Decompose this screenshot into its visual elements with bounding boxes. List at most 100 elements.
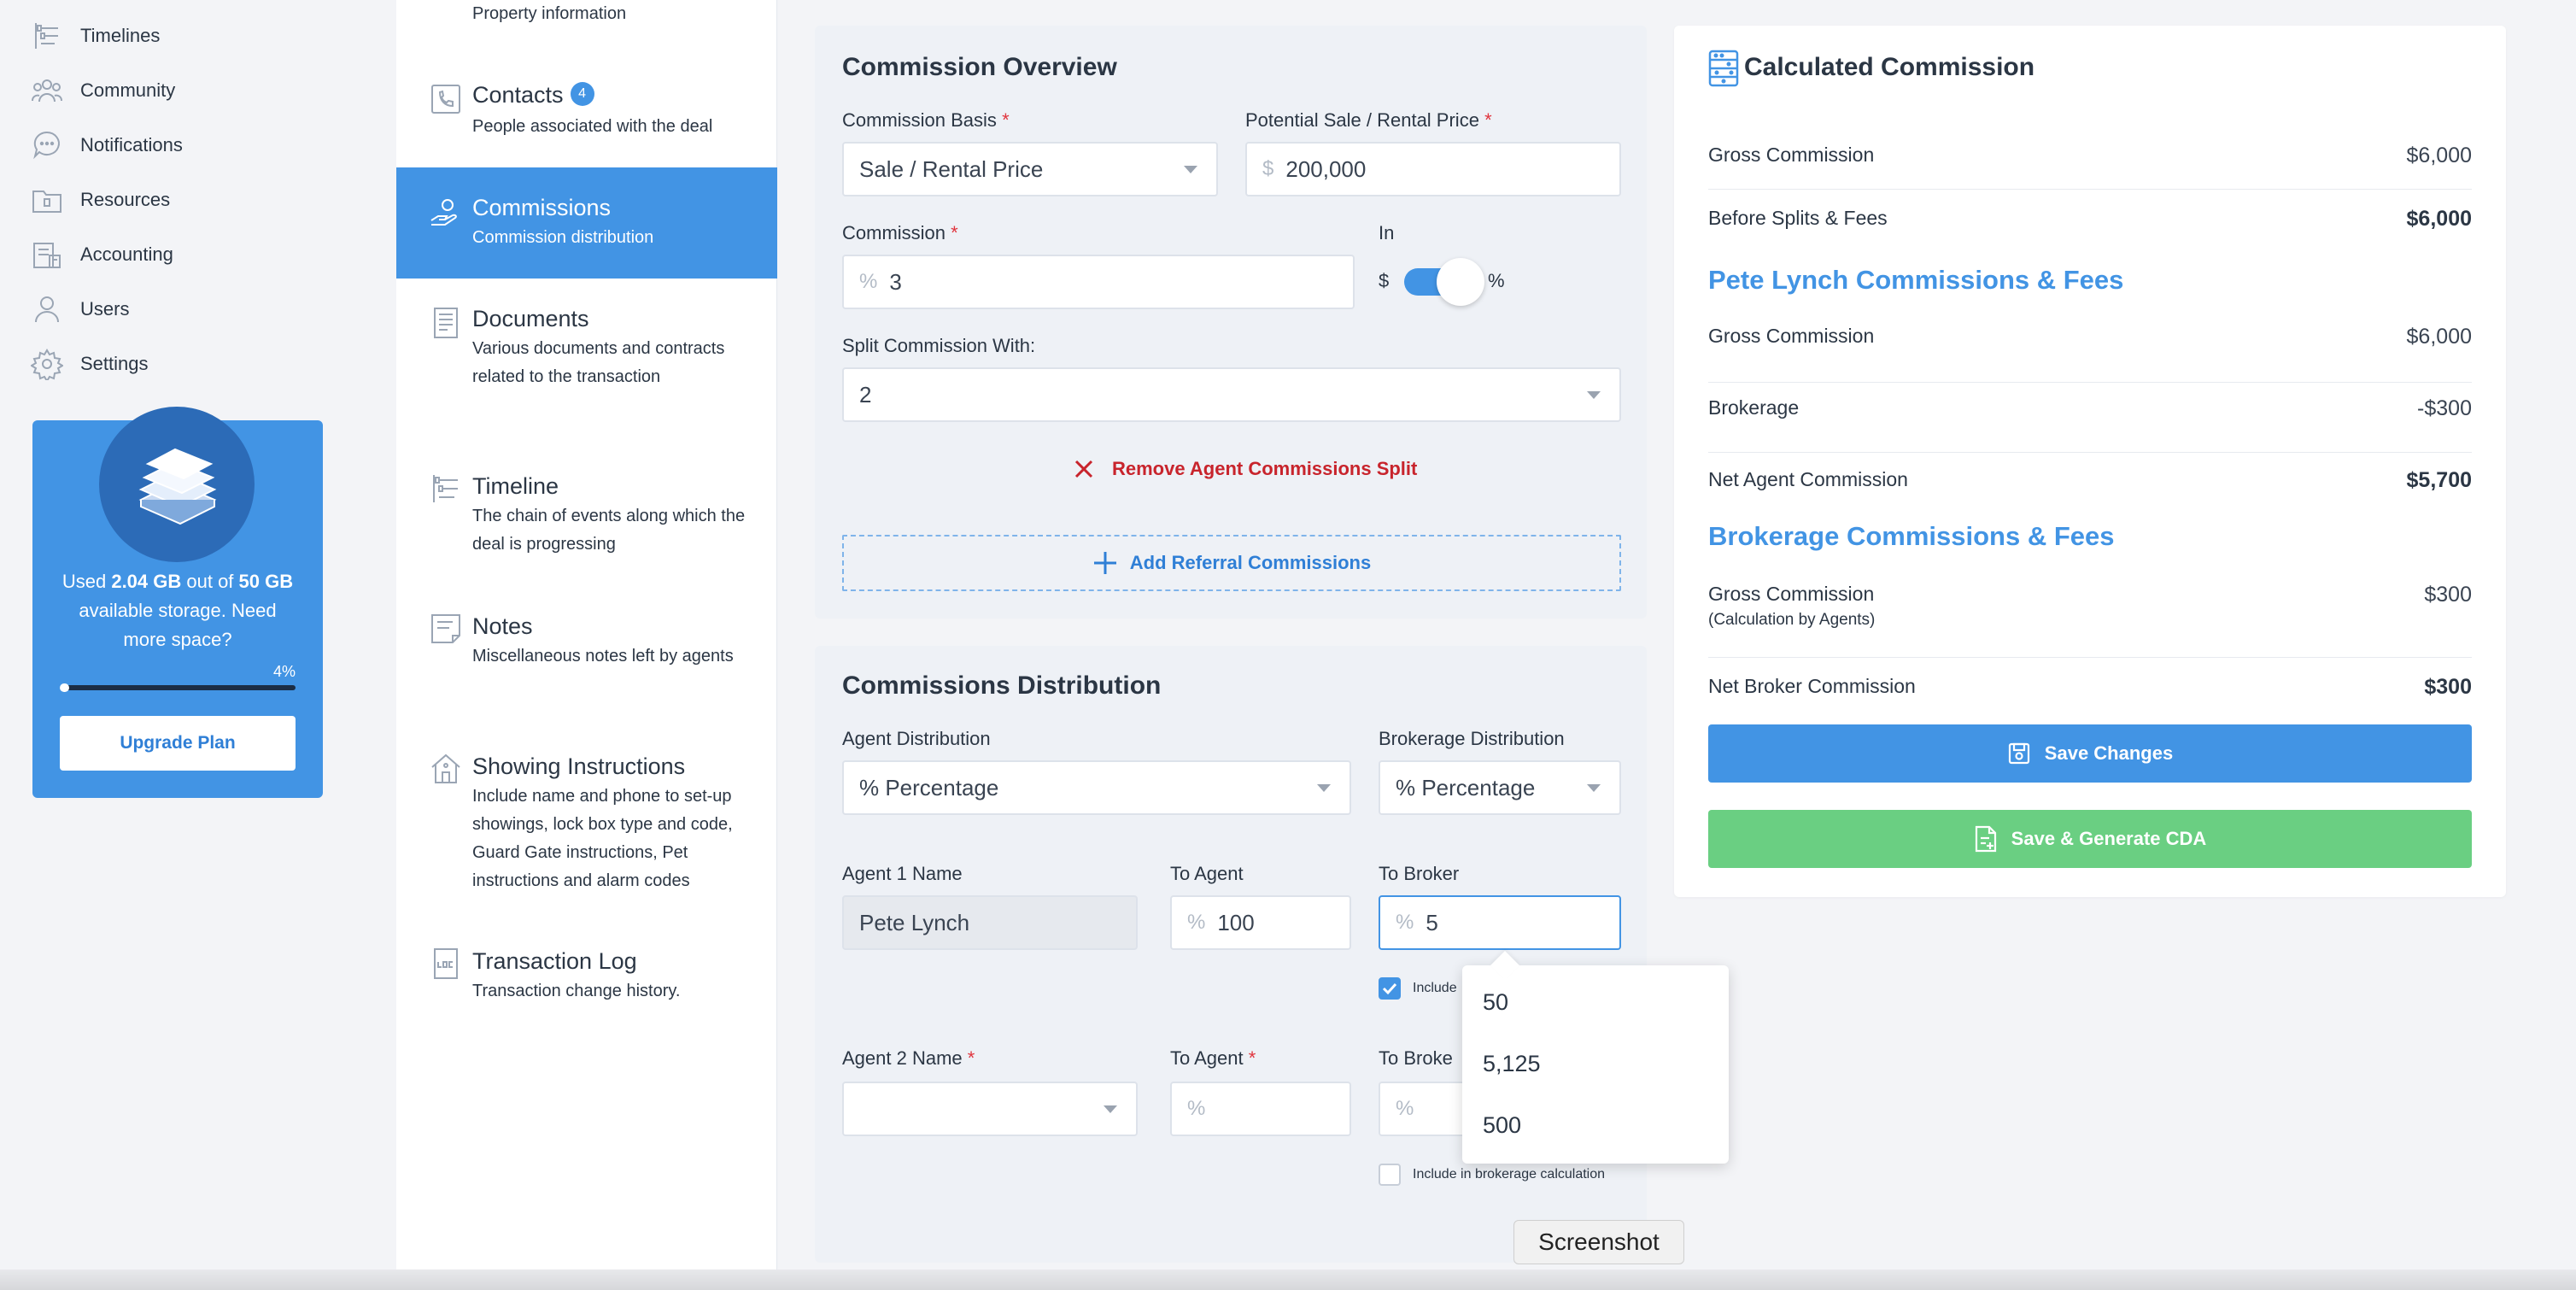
chevron-down-icon (1587, 391, 1601, 399)
sale-price-input[interactable]: $ 200,000 (1245, 142, 1621, 196)
field-label: To Broker (1379, 863, 1460, 884)
add-referral-commissions-button[interactable]: Add Referral Commissions (842, 535, 1621, 591)
notes-icon (431, 614, 460, 643)
in-label: In (1379, 222, 1395, 243)
save-changes-button[interactable]: Save Changes (1708, 724, 2472, 783)
nav-item-notifications[interactable]: Notifications (31, 128, 183, 162)
agent-1-to-agent-input[interactable]: % 100 (1170, 895, 1351, 950)
commissions-distribution-panel: Commissions Distribution Agent Distribut… (815, 646, 1647, 1263)
percent-prefix: % (859, 270, 878, 293)
timelines-icon (35, 23, 58, 49)
field-label: To Agent (1170, 1047, 1244, 1069)
abacus-icon (1708, 50, 1739, 87)
users-icon (35, 296, 59, 323)
field-label: Split Commission With: (842, 335, 1036, 356)
storage-progress-fill (60, 683, 70, 692)
chevron-down-icon (1587, 784, 1601, 792)
percent-prefix: % (1396, 1097, 1414, 1120)
section-timeline[interactable]: Timeline The chain of events along which… (396, 472, 777, 566)
section-property[interactable]: Property information (396, 0, 777, 34)
checkmark-icon (1382, 982, 1397, 995)
plus-icon (1093, 552, 1116, 574)
agent-1-to-broker-input[interactable]: % 5 (1379, 895, 1621, 950)
transaction-sections: Property information Contacts 4 People as… (396, 0, 777, 1290)
section-documents[interactable]: Documents Various documents and contract… (396, 304, 777, 424)
section-commissions[interactable]: Commissions Commission distribution (396, 167, 777, 279)
storage-usage-text: Used 2.04 GB out of 50 GB available stor… (61, 571, 294, 650)
settings-icon (31, 349, 63, 380)
panel-title: Commissions Distribution (842, 671, 1162, 700)
percent-prefix: % (1187, 911, 1206, 934)
pete-lynch-heading: Pete Lynch Commissions & Fees (1708, 265, 2124, 295)
brokerage-distribution-select[interactable]: % Percentage (1379, 760, 1621, 815)
left-navigation: Timelines Community Notifications Resour… (0, 0, 355, 1290)
window-bottom-edge (0, 1269, 2576, 1290)
agent-2-name-select[interactable] (842, 1082, 1138, 1136)
nav-item-resources[interactable]: Resources (31, 183, 170, 217)
section-title: Timeline (472, 473, 559, 499)
agent-1-name-field: Pete Lynch (842, 895, 1138, 950)
section-notes[interactable]: Notes Miscellaneous notes left by agents (396, 612, 777, 706)
storage-card: Used 2.04 GB out of 50 GB available stor… (32, 407, 323, 798)
documents-stack-icon (138, 448, 217, 525)
nav-item-timelines[interactable]: Timelines (31, 19, 160, 53)
commission-hand-icon (430, 199, 457, 226)
field-label: Agent Distribution (842, 728, 991, 749)
dropdown-option[interactable]: 500 (1483, 1112, 1521, 1139)
agent-1-include-checkbox[interactable] (1379, 977, 1401, 1000)
field-label: Potential Sale / Rental Price (1245, 109, 1479, 131)
dropdown-option[interactable]: 5,125 (1483, 1051, 1541, 1077)
resources-icon (32, 191, 61, 213)
storage-percent: 4% (272, 663, 296, 680)
panel-title: Commission Overview (842, 53, 1117, 81)
section-title: Contacts (472, 82, 564, 108)
chevron-down-icon (1104, 1105, 1117, 1113)
field-label: To Agent (1170, 863, 1244, 884)
unit-toggle[interactable] (1404, 258, 1484, 306)
screenshot-tooltip: Screenshot (1513, 1220, 1684, 1264)
commission-overview-panel: Commission Overview Commission Basis * S… (815, 26, 1647, 619)
currency-prefix: $ (1262, 157, 1274, 180)
toggle-knob (1437, 258, 1484, 306)
storage-progress-bar (60, 683, 296, 692)
community-icon (32, 79, 62, 103)
document-add-icon (1975, 825, 1996, 853)
summary-row-pete-gross: Gross Commission $6,000 (1708, 314, 2472, 383)
field-label: Agent 1 Name (842, 863, 963, 884)
summary-row-broker-gross: Gross Commission (Calculation by Agents) … (1708, 572, 2472, 658)
nav-item-accounting[interactable]: Accounting (31, 237, 173, 272)
commission-basis-select[interactable]: Sale / Rental Price (842, 142, 1218, 196)
house-icon (431, 753, 460, 783)
accounting-icon (33, 243, 61, 268)
split-commission-select[interactable]: 2 (842, 367, 1621, 422)
log-icon (434, 948, 458, 979)
document-icon (434, 308, 458, 338)
brokerage-heading: Brokerage Commissions & Fees (1708, 521, 2115, 551)
summary-row-net-agent: Net Agent Commission $5,700 (1708, 468, 2472, 492)
contacts-count-badge: 4 (570, 81, 594, 106)
section-contacts[interactable]: Contacts 4 People associated with the dea… (396, 77, 777, 149)
phone-book-icon (431, 85, 460, 114)
agent-2-include-checkbox[interactable] (1379, 1164, 1401, 1186)
save-generate-cda-button[interactable]: Save & Generate CDA (1708, 810, 2472, 868)
section-showing-instructions[interactable]: Showing Instructions Include name and ph… (396, 752, 777, 906)
nav-item-settings[interactable]: Settings (31, 347, 149, 381)
dropdown-option[interactable]: 50 (1483, 989, 1508, 1016)
nav-item-users[interactable]: Users (31, 292, 129, 326)
include-label: Include (1413, 981, 1457, 995)
row-note: (Calculation by Agents) (1708, 611, 1876, 629)
field-label: Commission (842, 222, 946, 243)
remove-agent-split-button[interactable]: Remove Agent Commissions Split (1073, 458, 1417, 480)
required-marker: * (1248, 1047, 1256, 1069)
field-label: Agent 2 Name (842, 1047, 963, 1069)
chevron-down-icon (1184, 166, 1197, 173)
section-transaction-log[interactable]: Transaction Log Transaction change histo… (396, 947, 777, 1015)
agent-distribution-select[interactable]: % Percentage (842, 760, 1351, 815)
required-marker: * (967, 1047, 975, 1069)
required-marker: * (1484, 109, 1492, 131)
commission-input[interactable]: % 3 (842, 255, 1355, 309)
agent-2-to-agent-input[interactable]: % (1170, 1082, 1351, 1136)
nav-item-community[interactable]: Community (31, 73, 175, 108)
summary-row-gross: Gross Commission $6,000 (1708, 126, 2472, 190)
upgrade-plan-button[interactable]: Upgrade Plan (60, 716, 296, 771)
